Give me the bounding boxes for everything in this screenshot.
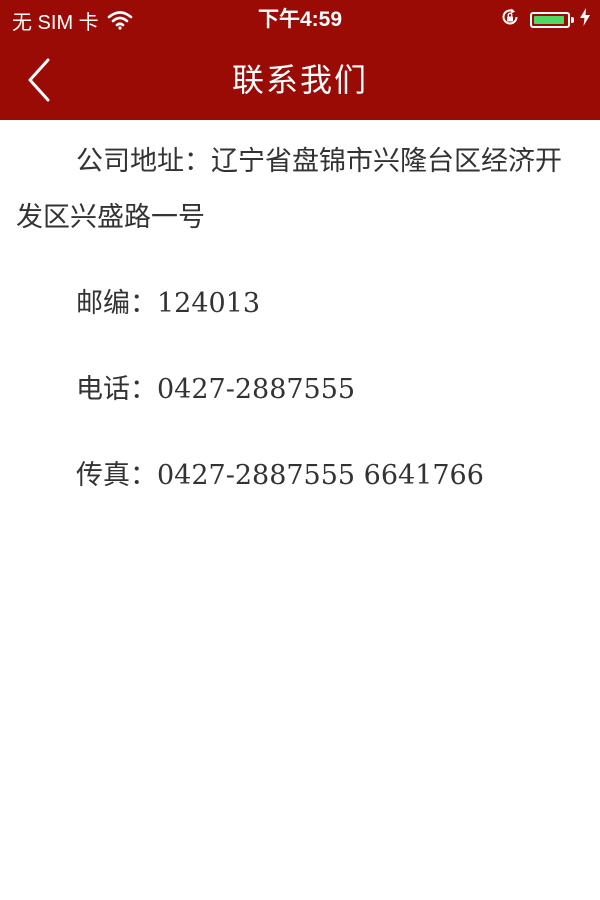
battery-fill bbox=[534, 16, 565, 24]
postcode: 邮编：124013 bbox=[76, 288, 261, 319]
contact-info: 公司地址：辽宁省盘锦市兴隆台区经济开发区兴盛路一号 邮编：124013 电话：0… bbox=[16, 134, 586, 504]
company-address: 公司地址：辽宁省盘锦市兴隆台区经济开发区兴盛路一号 bbox=[16, 146, 562, 233]
status-bar: 无 SIM 卡 下午4:59 bbox=[0, 0, 600, 40]
header: 无 SIM 卡 下午4:59 联系我们 bbox=[0, 0, 600, 120]
charging-bolt-icon bbox=[580, 8, 590, 32]
battery-icon bbox=[530, 12, 574, 28]
rotation-lock-icon bbox=[500, 7, 520, 33]
battery-cap bbox=[571, 17, 574, 23]
navigation-bar: 联系我们 bbox=[0, 40, 600, 120]
page-title: 联系我们 bbox=[231, 61, 368, 99]
status-right bbox=[500, 8, 590, 32]
phone-number[interactable]: 电话：0427-2887555 bbox=[16, 362, 586, 418]
fax-number: 传真：0427-2887555 6641766 bbox=[76, 460, 484, 491]
